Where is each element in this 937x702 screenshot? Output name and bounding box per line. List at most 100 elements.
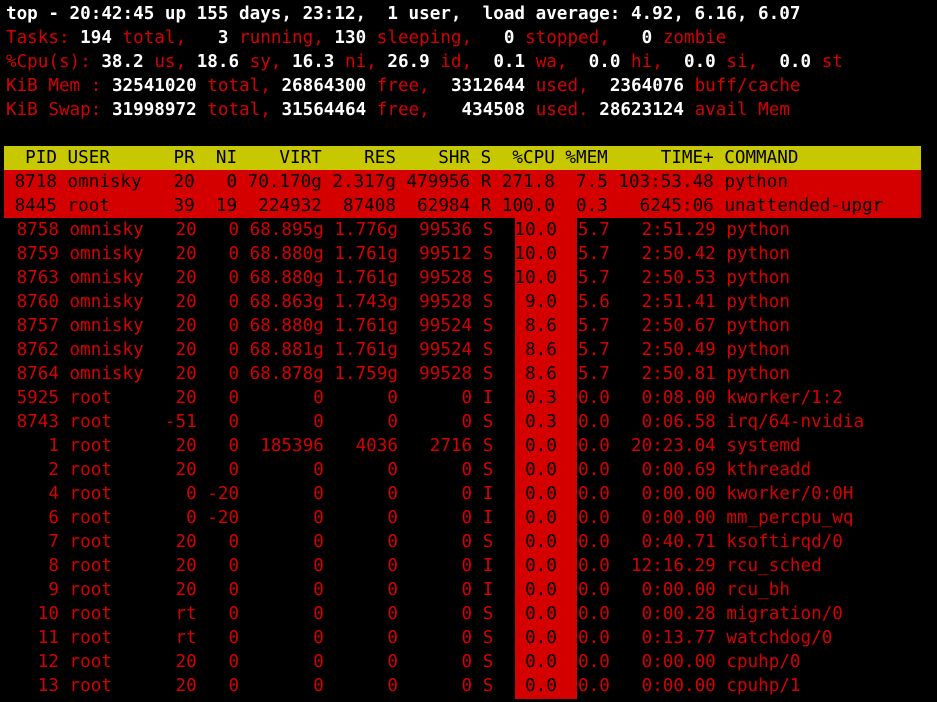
process-ni: 0 <box>196 316 240 336</box>
process-mem: 0.0 <box>556 652 610 672</box>
process-row[interactable]: 8 root 20 0 0 0 0 I 0.0 0.0 12:16.29 rcu… <box>6 554 937 578</box>
process-virt: 68.880g <box>239 316 324 336</box>
process-user: omnisky <box>58 316 155 336</box>
process-time: 2:50.53 <box>609 268 716 288</box>
process-cmd: systemd <box>715 436 801 456</box>
process-pr: 20 <box>154 556 197 576</box>
process-user: root <box>58 652 155 672</box>
process-row[interactable]: 8758 omnisky 20 0 68.895g 1.776g 99536 S… <box>6 218 937 242</box>
process-cpu: 8.6 <box>493 316 557 336</box>
process-mem: 5.6 <box>556 292 610 312</box>
tasks-sleeping-label: sleeping, <box>376 28 473 48</box>
tasks-stopped: 0 <box>503 28 515 48</box>
process-time: 0:00.28 <box>609 604 716 624</box>
process-row[interactable]: 13 root 20 0 0 0 0 S 0.0 0.0 0:00.00 cpu… <box>6 674 937 698</box>
swap-total: 31998972 <box>111 100 197 120</box>
process-user: omnisky <box>58 220 155 240</box>
process-shr: 99536 <box>397 220 473 240</box>
process-pr: rt <box>154 628 197 648</box>
swap-free: 31564464 <box>281 100 367 120</box>
process-cmd: cpuhp/1 <box>715 676 801 696</box>
process-res: 0 <box>323 580 398 600</box>
process-res: 0 <box>323 508 398 528</box>
process-mem: 0.0 <box>556 388 610 408</box>
process-s: I <box>472 580 494 600</box>
process-ni: 0 <box>196 580 240 600</box>
process-row[interactable]: 1 root 20 0 185396 4036 2716 S 0.0 0.0 2… <box>6 434 937 458</box>
process-user: root <box>58 412 155 432</box>
process-mem: 0.0 <box>556 508 610 528</box>
process-pid: 11 <box>6 628 59 648</box>
process-s: S <box>472 460 494 480</box>
process-res: 1.761g <box>323 244 398 264</box>
process-row[interactable]: 2 root 20 0 0 0 0 S 0.0 0.0 0:00.69 kthr… <box>6 458 937 482</box>
process-ni: 0 <box>196 220 240 240</box>
process-ni: 0 <box>196 388 240 408</box>
process-row[interactable]: 11 root rt 0 0 0 0 S 0.0 0.0 0:13.77 wat… <box>6 626 937 650</box>
process-pid: 8445 <box>4 196 57 216</box>
process-res: 0 <box>323 676 398 696</box>
process-mem: 0.0 <box>556 412 610 432</box>
process-row[interactable]: 6 root 0 -20 0 0 0 I 0.0 0.0 0:00.00 mm_… <box>6 506 937 530</box>
process-ni: 0 <box>196 676 240 696</box>
process-row[interactable]: 8757 omnisky 20 0 68.880g 1.761g 99524 S… <box>6 314 937 338</box>
process-shr: 0 <box>397 508 473 528</box>
process-row[interactable]: 12 root 20 0 0 0 0 S 0.0 0.0 0:00.00 cpu… <box>6 650 937 674</box>
process-row[interactable]: 8763 omnisky 20 0 68.880g 1.761g 99528 S… <box>6 266 937 290</box>
cpu-hi: 0.0 <box>588 52 621 72</box>
process-table-header[interactable]: PID USER PR NI VIRT RES SHR S %CPU %MEM … <box>4 146 921 170</box>
process-row[interactable]: 8764 omnisky 20 0 68.878g 1.759g 99528 S… <box>6 362 937 386</box>
process-cmd: kworker/0:0H <box>715 484 854 504</box>
process-table-body: 8718 omnisky 20 0 70.170g 2.317g 479956 … <box>4 170 937 698</box>
process-pr: -51 <box>154 412 197 432</box>
process-virt: 0 <box>239 460 324 480</box>
process-time: 0:06.58 <box>609 412 716 432</box>
process-s: S <box>472 628 494 648</box>
process-cpu: 0.0 <box>493 508 557 528</box>
process-cpu: 0.0 <box>493 628 557 648</box>
process-row[interactable]: 8743 root -51 0 0 0 0 S 0.3 0.0 0:06.58 … <box>6 410 937 434</box>
process-row[interactable]: 4 root 0 -20 0 0 0 I 0.0 0.0 0:00.00 kwo… <box>6 482 937 506</box>
process-pid: 1 <box>6 436 59 456</box>
process-pr: 20 <box>152 172 195 192</box>
swap-line: KiB Swap: 31998972 total, 31564464 free,… <box>6 100 790 120</box>
process-s: I <box>472 484 494 504</box>
process-pr: 20 <box>154 244 197 264</box>
top-terminal[interactable]: top - 20:42:45 up 155 days, 23:12, 1 use… <box>4 2 937 698</box>
process-shr: 0 <box>397 388 473 408</box>
cpu-sy: 18.6 <box>196 52 240 72</box>
process-virt: 68.895g <box>239 220 324 240</box>
process-row[interactable]: 7 root 20 0 0 0 0 S 0.0 0.0 0:40.71 ksof… <box>6 530 937 554</box>
process-s: S <box>472 676 494 696</box>
process-row[interactable]: 5925 root 20 0 0 0 0 I 0.3 0.0 0:08.00 k… <box>6 386 937 410</box>
process-shr: 99528 <box>397 292 473 312</box>
process-row[interactable]: 8762 omnisky 20 0 68.881g 1.761g 99524 S… <box>6 338 937 362</box>
process-virt: 0 <box>239 484 324 504</box>
process-row[interactable]: 9 root 20 0 0 0 0 I 0.0 0.0 0:00.00 rcu_… <box>6 578 937 602</box>
cpu-st: 0.0 <box>779 52 812 72</box>
process-row[interactable]: 8445 root 39 19 224932 87408 62984 R 100… <box>4 194 921 218</box>
process-shr: 0 <box>397 628 473 648</box>
process-row[interactable]: 8759 omnisky 20 0 68.880g 1.761g 99512 S… <box>6 242 937 266</box>
process-row[interactable]: 8718 omnisky 20 0 70.170g 2.317g 479956 … <box>4 170 921 194</box>
process-pid: 6 <box>6 508 59 528</box>
process-cmd: rcu_sched <box>715 556 822 576</box>
process-row[interactable]: 8760 omnisky 20 0 68.863g 1.743g 99528 S… <box>6 290 937 314</box>
process-s: S <box>472 412 494 432</box>
process-res: 0 <box>323 628 398 648</box>
tasks-line: Tasks: 194 total, 3 running, 130 sleepin… <box>6 26 937 50</box>
process-res: 0 <box>323 388 398 408</box>
process-s: R <box>470 196 492 216</box>
process-pid: 5925 <box>6 388 59 408</box>
process-time: 2:50.49 <box>609 340 716 360</box>
process-pr: 0 <box>154 508 197 528</box>
process-row[interactable]: 10 root rt 0 0 0 0 S 0.0 0.0 0:00.28 mig… <box>6 602 937 626</box>
process-virt: 0 <box>239 652 324 672</box>
process-time: 0:00.69 <box>609 460 716 480</box>
process-cpu: 0.0 <box>493 532 557 552</box>
process-user: omnisky <box>58 340 155 360</box>
process-cpu: 9.0 <box>493 292 557 312</box>
process-virt: 0 <box>239 508 324 528</box>
process-virt: 68.880g <box>239 244 324 264</box>
process-s: S <box>472 436 494 456</box>
